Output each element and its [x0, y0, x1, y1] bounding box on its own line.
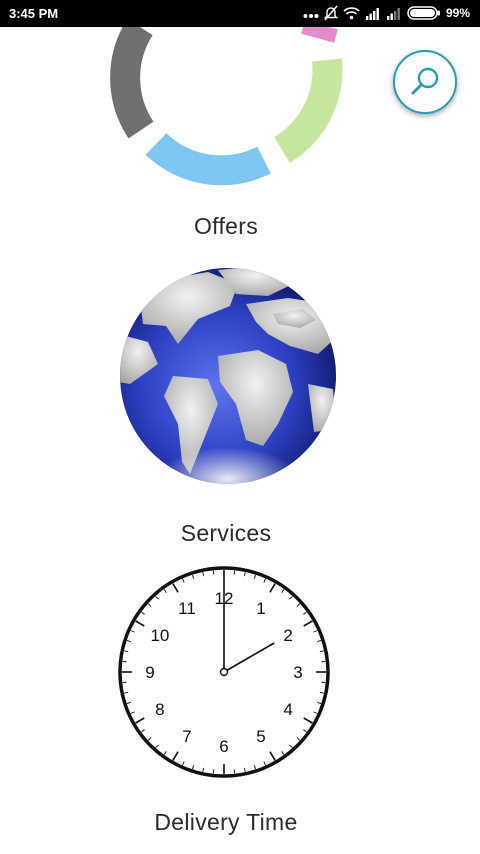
- clock-numeral: 4: [283, 700, 292, 719]
- more-dots-icon: [303, 14, 319, 18]
- search-button[interactable]: [393, 50, 457, 114]
- menu-label-services[interactable]: Services: [0, 520, 452, 547]
- ring-segment-blue: [145, 132, 271, 186]
- signal-icon-2: [386, 8, 400, 20]
- clock-numeral: 2: [283, 626, 292, 645]
- clock-numeral: 8: [155, 700, 164, 719]
- menu-label-offers[interactable]: Offers: [0, 213, 452, 240]
- clock-numeral: 10: [150, 626, 169, 645]
- status-bar: 3:45 PM 99%: [0, 0, 480, 27]
- clock-numeral: 5: [256, 727, 265, 746]
- ring-segment-gray: [110, 27, 154, 139]
- clock-numeral: 11: [178, 599, 196, 618]
- globe-icon[interactable]: [118, 264, 340, 488]
- battery-percent: 99%: [445, 6, 470, 20]
- search-icon: [411, 67, 439, 95]
- mute-icon: [323, 5, 338, 21]
- clock-numeral: 7: [182, 727, 191, 746]
- clock-icon[interactable]: 121234567891011: [114, 566, 334, 780]
- ring-segment-pink: [301, 27, 338, 43]
- clock-numeral: 1: [256, 599, 265, 618]
- menu-label-delivery-time[interactable]: Delivery Time: [0, 809, 452, 836]
- clock-numeral: 3: [293, 663, 302, 682]
- status-icons: 99%: [303, 5, 470, 21]
- wifi-icon: [343, 7, 360, 20]
- clock-numeral: 6: [219, 737, 228, 756]
- clock-numeral: 9: [145, 663, 154, 682]
- battery-icon: [407, 6, 440, 20]
- signal-icon: [365, 8, 379, 20]
- ring-segment-green: [273, 58, 343, 163]
- status-time: 3:45 PM: [9, 6, 59, 21]
